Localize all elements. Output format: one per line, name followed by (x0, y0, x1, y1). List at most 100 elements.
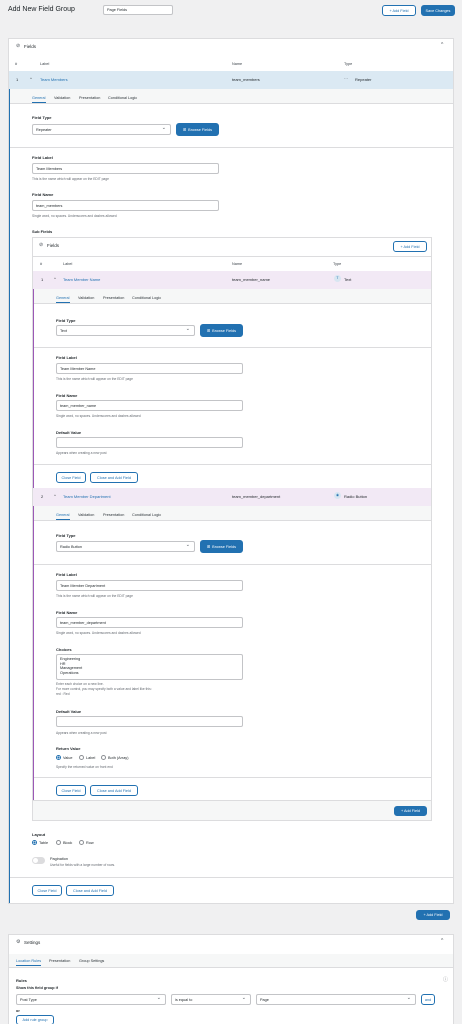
field-label-help: This is the name which will appear on th… (56, 594, 133, 598)
tab-validation[interactable]: Validation (78, 296, 94, 300)
tab-general[interactable]: General (32, 96, 46, 103)
tab-presentation[interactable]: Presentation (79, 96, 100, 100)
tab-validation[interactable]: Validation (54, 96, 70, 100)
tab-conditional-logic[interactable]: Conditional Logic (132, 296, 161, 300)
tab-conditional-logic[interactable]: Conditional Logic (132, 513, 161, 517)
field-label-label: Field Label (32, 155, 53, 160)
add-field-button[interactable]: + Add Field (416, 910, 450, 920)
divider (33, 256, 431, 257)
close-field-button[interactable]: Close Field (56, 472, 86, 483)
rule-param-select[interactable]: Post Type (16, 994, 166, 1005)
subfields-add-field-bottom-button[interactable]: + Add Field (394, 806, 427, 816)
default-value-help: Appears when creating a new post (56, 451, 107, 455)
field-type-select[interactable]: Repeater (32, 124, 171, 135)
default-value-input[interactable] (56, 716, 243, 727)
close-field-button[interactable]: Close Field (32, 885, 62, 896)
field1-tabs-bar (10, 89, 453, 104)
layout-table-radio[interactable]: Table (32, 840, 48, 845)
pagination-toggle[interactable] (32, 857, 45, 864)
repeater-icon: ⋯ (344, 76, 348, 81)
field-name-label: Field Name (56, 393, 78, 398)
rule-operator-select[interactable]: is equal to (171, 994, 251, 1005)
tab-presentation[interactable]: Presentation (103, 513, 124, 517)
tab-general[interactable]: General (56, 296, 70, 303)
tab-general[interactable]: General (56, 513, 70, 520)
close-and-add-field-button[interactable]: Close and Add Field (90, 785, 138, 796)
field-name-input[interactable]: team_member_name (56, 400, 243, 411)
divider (34, 347, 431, 348)
default-value-input[interactable] (56, 437, 243, 448)
field-label-help: This is the name which will appear on th… (32, 177, 109, 181)
field-name-cell: team_members (232, 77, 260, 82)
field-type-label: Field Type (56, 533, 76, 538)
radio-icon (79, 840, 84, 845)
subfield-num: 1 (41, 277, 44, 282)
subfield-name-cell: team_member_department (232, 494, 281, 499)
choices-help-2: For more control, you may specify both a… (56, 687, 152, 691)
grid-icon: ⊞ (182, 128, 187, 132)
layout-block-radio[interactable]: Block (56, 840, 72, 845)
chevron-up-icon: ^ (54, 276, 56, 281)
field-type-select[interactable]: Text (56, 325, 195, 336)
return-value-help: Specify the returned value on front end (56, 765, 113, 769)
return-label-radio[interactable]: Label (79, 755, 95, 760)
pagination-help: Useful for fields with a large number of… (50, 863, 116, 867)
add-rule-group-button[interactable]: Add rule group (16, 1015, 54, 1024)
divider (10, 877, 453, 878)
return-value-radio[interactable]: Value (56, 755, 72, 760)
layout-label: Layout (32, 832, 46, 837)
tab-group-settings[interactable]: Group Settings (79, 959, 104, 963)
rules-label: Rules (16, 978, 27, 983)
return-both-radio[interactable]: Both (Array) (101, 755, 128, 760)
field-row-team-members[interactable] (9, 71, 453, 89)
settings-collapse-icon[interactable]: ^ (441, 938, 443, 944)
close-and-add-field-button[interactable]: Close and Add Field (90, 472, 138, 483)
subfield-label-link[interactable]: Team Member Name (63, 277, 100, 282)
sub-col-type: Type (333, 262, 342, 266)
field-label-input[interactable]: Team Member Department (56, 580, 243, 591)
close-field-button[interactable]: Close Field (56, 785, 86, 796)
tab-location-rules[interactable]: Location Rules (16, 959, 42, 966)
radio-icon (56, 840, 61, 845)
field-label-link[interactable]: Team Members (40, 77, 68, 82)
tab-presentation[interactable]: Presentation (103, 296, 124, 300)
field-label-input[interactable]: Team Members (32, 163, 219, 174)
browse-fields-button[interactable]: ⊞ Browse Fields (176, 123, 219, 136)
grid-icon: ⊞ (206, 545, 211, 549)
header-add-field-button[interactable]: + Add Field (382, 5, 416, 16)
choices-label: Choices (56, 647, 72, 652)
browse-fields-button[interactable]: ⊞ Browse Fields (200, 540, 243, 553)
field-name-input[interactable]: team_member_department (56, 617, 243, 628)
field-name-input[interactable]: team_members (32, 200, 219, 211)
subfields-add-field-button[interactable]: + Add Field (393, 241, 427, 252)
browse-fields-button[interactable]: ⊞ Browse Fields (200, 324, 243, 337)
sub2-left-border (33, 506, 34, 800)
subfield-label-link[interactable]: Team Member Department (63, 494, 111, 499)
field-type-label: Field Type (56, 318, 76, 323)
choices-help-3: red : Red (56, 692, 70, 696)
close-and-add-field-button[interactable]: Close and Add Field (66, 885, 114, 896)
field-type-select[interactable]: Radio Button (56, 541, 195, 552)
or-label: or (16, 1009, 20, 1013)
field-label-help: This is the name which will appear on th… (56, 377, 133, 381)
default-value-label: Default Value (56, 430, 82, 435)
field-name-label: Field Name (56, 610, 78, 615)
rule-value-select[interactable]: Page (256, 994, 416, 1005)
choices-textarea[interactable]: Engineering HR Management Operations (56, 654, 243, 680)
field-group-title-input[interactable]: Page Fields (103, 5, 173, 15)
tab-validation[interactable]: Validation (78, 513, 94, 517)
and-button[interactable]: and (421, 994, 435, 1005)
field-label-input[interactable]: Team Member Name (56, 363, 243, 374)
tab-conditional-logic[interactable]: Conditional Logic (108, 96, 137, 100)
settings-tabs-bar (9, 954, 453, 968)
chevron-up-icon: ^ (30, 76, 32, 81)
radio-type-icon: ◉ (334, 492, 341, 499)
divider (10, 147, 453, 148)
save-changes-button[interactable]: Save Changes (421, 5, 455, 16)
fields-collapse-icon[interactable]: ^ (441, 42, 443, 48)
tab-presentation[interactable]: Presentation (49, 959, 70, 963)
show-if-label: Show this field group if (16, 986, 58, 990)
layout-row-radio[interactable]: Row (79, 840, 94, 845)
subfields-icon: ⊘ (39, 242, 44, 248)
subfield-num: 2 (41, 494, 44, 499)
